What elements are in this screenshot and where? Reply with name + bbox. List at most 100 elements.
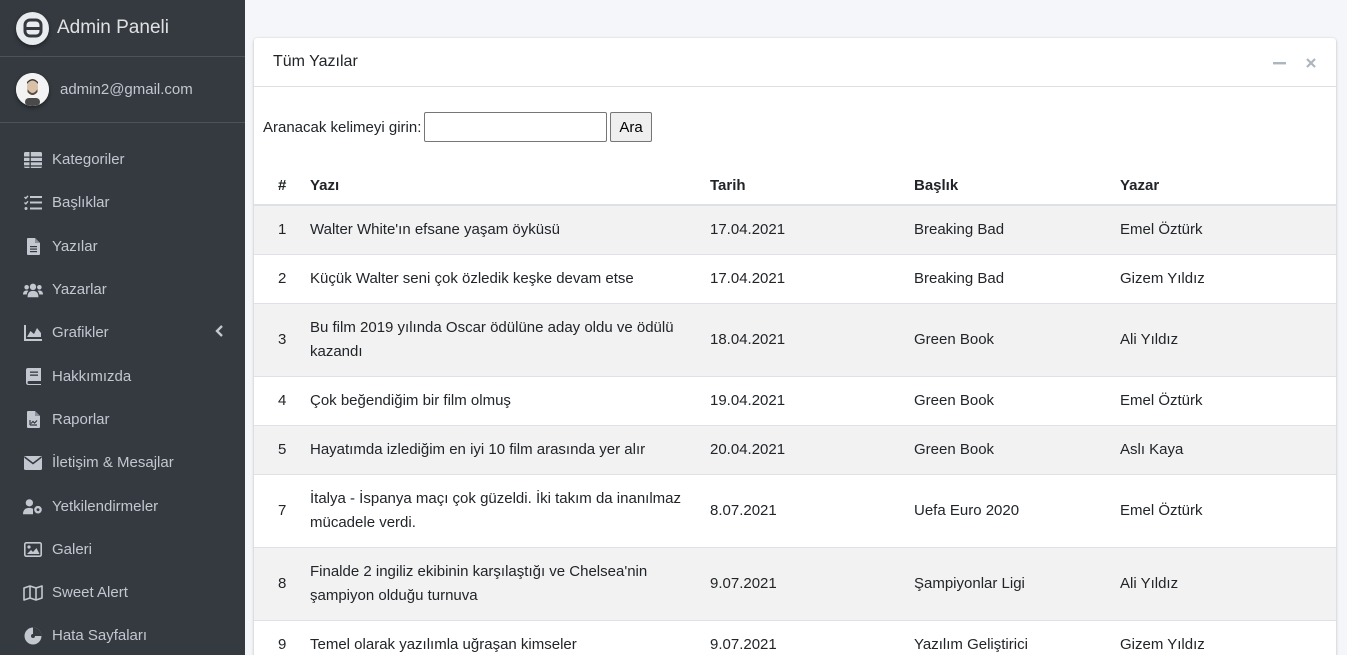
- sidebar-item-galeri[interactable]: Galeri: [0, 528, 245, 571]
- card-header: Tüm Yazılar: [254, 38, 1336, 87]
- sidebar-item-hakkimizda[interactable]: Hakkımızda: [0, 354, 245, 397]
- envelope-icon: [23, 453, 43, 473]
- chart-icon: [23, 323, 43, 343]
- cell-baslik: Green Book: [914, 302, 1120, 376]
- sidebar: Admin Paneli admin2@gmail.com Kategorile…: [0, 0, 245, 655]
- sidebar-item-raporlar[interactable]: Raporlar: [0, 398, 245, 441]
- table-row[interactable]: 4 Çok beğendiğim bir film olmuş 19.04.20…: [254, 375, 1336, 425]
- cell-baslik: Şampiyonlar Ligi: [914, 546, 1120, 620]
- table-row[interactable]: 3 Bu film 2019 yılında Oscar ödülüne ada…: [254, 302, 1336, 376]
- sidebar-item-label: Hata Sayfaları: [52, 627, 148, 645]
- table-icon: [23, 150, 43, 170]
- cell-yazi: Bu film 2019 yılında Oscar ödülüne aday …: [310, 302, 710, 376]
- sidebar-item-label: Grafikler: [52, 324, 109, 342]
- users-icon: [23, 280, 43, 300]
- table-row[interactable]: 9 Temel olarak yazılımla uğraşan kimsele…: [254, 619, 1336, 655]
- image-icon: [23, 539, 43, 559]
- sidebar-item-hata-sayfalari[interactable]: Hata Sayfaları: [0, 614, 245, 655]
- table-row[interactable]: 1 Walter White'ın efsane yaşam öyküsü 17…: [254, 204, 1336, 254]
- card-body: Aranacak kelimeyi girin: Ara # Yazı Tari…: [254, 87, 1336, 655]
- cell-yazi: Finalde 2 ingiliz ekibinin karşılaştığı …: [310, 546, 710, 620]
- cell-tarih: 9.07.2021: [710, 546, 914, 620]
- cell-tarih: 17.04.2021: [710, 204, 914, 254]
- sidebar-item-label: Yetkilendirmeler: [52, 497, 159, 515]
- cell-yazi: Temel olarak yazılımla uğraşan kimseler: [310, 619, 710, 655]
- cell-yazar: Emel Öztürk: [1120, 375, 1336, 425]
- cell-number: 9: [254, 619, 310, 655]
- cell-baslik: Breaking Bad: [914, 253, 1120, 303]
- cell-baslik: Breaking Bad: [914, 204, 1120, 254]
- sidebar-item-label: Sweet Alert: [52, 584, 128, 602]
- cell-baslik: Green Book: [914, 424, 1120, 474]
- user-panel[interactable]: admin2@gmail.com: [0, 57, 245, 123]
- sidebar-nav: Kategoriler Başlıklar Yazılar Yazarlar G…: [0, 123, 245, 655]
- sidebar-item-kategoriler[interactable]: Kategoriler: [0, 138, 245, 181]
- cell-number: 2: [254, 253, 310, 303]
- table-row[interactable]: 7 İtalya - İspanya maçı çok güzeldi. İki…: [254, 473, 1336, 547]
- sidebar-item-basliklar[interactable]: Başlıklar: [0, 181, 245, 224]
- brand-link[interactable]: Admin Paneli: [0, 0, 245, 57]
- chevron-left-icon: [215, 324, 223, 342]
- sidebar-item-yazilar[interactable]: Yazılar: [0, 225, 245, 268]
- table-row[interactable]: 5 Hayatımda izlediğim en iyi 10 film ara…: [254, 424, 1336, 474]
- sidebar-item-label: Yazılar: [52, 237, 98, 255]
- column-header-tarih: Tarih: [710, 167, 914, 206]
- table-row[interactable]: 2 Küçük Walter seni çok özledik keşke de…: [254, 253, 1336, 303]
- cell-tarih: 20.04.2021: [710, 424, 914, 474]
- cell-yazar: Ali Yıldız: [1120, 546, 1336, 620]
- cell-yazi: Küçük Walter seni çok özledik keşke deva…: [310, 253, 710, 303]
- cell-baslik: Green Book: [914, 375, 1120, 425]
- sidebar-item-label: Başlıklar: [52, 194, 110, 212]
- cell-baslik: Uefa Euro 2020: [914, 473, 1120, 547]
- cell-number: 7: [254, 473, 310, 547]
- table-header-row: # Yazı Tarih Başlık Yazar: [254, 167, 1336, 206]
- cell-yazi: İtalya - İspanya maçı çok güzeldi. İki t…: [310, 473, 710, 547]
- cell-number: 4: [254, 375, 310, 425]
- book-icon: [23, 366, 43, 386]
- cell-number: 1: [254, 204, 310, 254]
- brand-text: Admin Paneli: [57, 17, 169, 38]
- sidebar-item-label: Kategoriler: [52, 151, 125, 169]
- cell-yazi: Çok beğendiğim bir film olmuş: [310, 375, 710, 425]
- sidebar-item-iletisim[interactable]: İletişim & Mesajlar: [0, 441, 245, 484]
- sidebar-item-yazarlar[interactable]: Yazarlar: [0, 268, 245, 311]
- posts-card: Tüm Yazılar Aranacak kelimeyi girin: Ara…: [254, 38, 1336, 655]
- cell-tarih: 17.04.2021: [710, 253, 914, 303]
- column-header-yazi: Yazı: [310, 167, 710, 206]
- sidebar-item-label: Yazarlar: [52, 281, 107, 299]
- report-icon: [23, 409, 43, 429]
- user-cog-icon: [23, 496, 43, 516]
- search-input[interactable]: [424, 112, 608, 142]
- column-header-yazar: Yazar: [1120, 167, 1336, 206]
- user-email: admin2@gmail.com: [60, 81, 193, 98]
- search-form: Aranacak kelimeyi girin: Ara: [254, 87, 1336, 167]
- cell-yazar: Emel Öztürk: [1120, 473, 1336, 547]
- column-header-baslik: Başlık: [914, 167, 1120, 206]
- sidebar-item-label: Raporlar: [52, 410, 110, 428]
- posts-table: # Yazı Tarih Başlık Yazar 1 Walter White…: [254, 167, 1336, 655]
- close-icon[interactable]: [1304, 56, 1318, 70]
- cell-yazar: Emel Öztürk: [1120, 204, 1336, 254]
- cell-number: 3: [254, 302, 310, 376]
- page-title: Tüm Yazılar: [273, 53, 358, 70]
- sidebar-item-sweet-alert[interactable]: Sweet Alert: [0, 571, 245, 614]
- cell-tarih: 9.07.2021: [710, 619, 914, 655]
- table-row[interactable]: 8 Finalde 2 ingiliz ekibinin karşılaştığ…: [254, 546, 1336, 620]
- avatar: [16, 73, 49, 106]
- minimize-icon[interactable]: [1272, 56, 1286, 70]
- sidebar-item-grafikler[interactable]: Grafikler: [0, 311, 245, 354]
- cell-tarih: 18.04.2021: [710, 302, 914, 376]
- alert-icon: [23, 626, 43, 646]
- sidebar-item-label: İletişim & Mesajlar: [52, 454, 174, 472]
- cell-yazar: Gizem Yıldız: [1120, 619, 1336, 655]
- cell-yazar: Aslı Kaya: [1120, 424, 1336, 474]
- list-icon: [23, 193, 43, 213]
- cell-tarih: 8.07.2021: [710, 473, 914, 547]
- cell-yazi: Hayatımda izlediğim en iyi 10 film arası…: [310, 424, 710, 474]
- sidebar-item-yetkilendirmeler[interactable]: Yetkilendirmeler: [0, 484, 245, 527]
- cell-yazar: Ali Yıldız: [1120, 302, 1336, 376]
- search-button[interactable]: Ara: [610, 112, 652, 142]
- sidebar-item-label: Hakkımızda: [52, 367, 132, 385]
- cell-yazi: Walter White'ın efsane yaşam öyküsü: [310, 204, 710, 254]
- cell-yazar: Gizem Yıldız: [1120, 253, 1336, 303]
